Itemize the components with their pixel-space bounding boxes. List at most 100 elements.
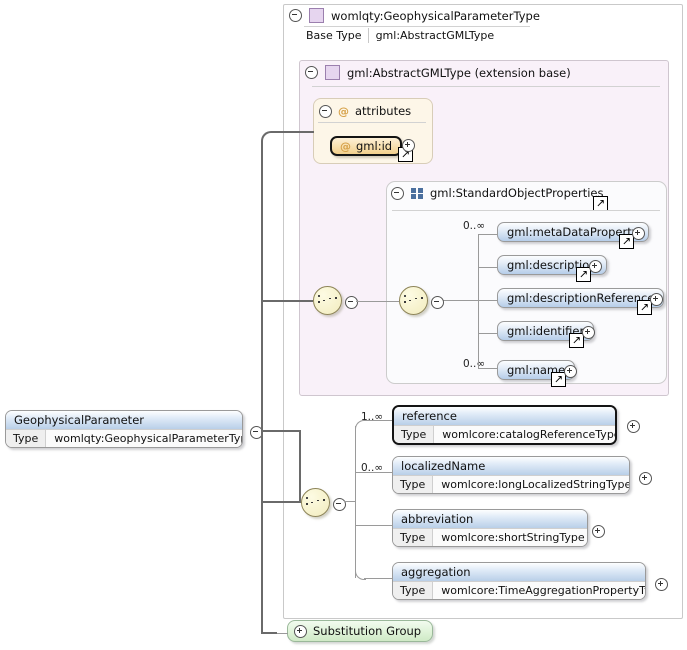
element-aggregation-type-label: Type: [393, 582, 433, 599]
sop-inlet-line: [438, 300, 478, 301]
expand-substitution-group-icon[interactable]: [294, 624, 307, 638]
attributes-group-header: @ attributes: [319, 104, 411, 118]
sequence-compositor-inner[interactable]: [399, 286, 428, 315]
complex-type-icon: [309, 8, 324, 23]
substitution-group-box[interactable]: Substitution Group: [287, 620, 434, 642]
expand-localizedname-icon[interactable]: [639, 472, 652, 485]
expand-gml-id-icon[interactable]: [402, 139, 415, 152]
substitution-group-connector: [276, 633, 288, 634]
element-abbreviation-box[interactable]: abbreviation Type womlcore:shortStringTy…: [392, 509, 588, 547]
sequence-glyph-icon-base: [318, 295, 337, 306]
elements-branch-corner-top: [355, 420, 366, 431]
element-reference-box[interactable]: reference Type womlcore:catalogReference…: [392, 405, 617, 445]
expand-name-icon[interactable]: [564, 365, 577, 378]
sequence-glyph-icon-elements: [306, 497, 325, 508]
collapse-attributes-icon[interactable]: [319, 104, 332, 118]
element-abbreviation-name: abbreviation: [393, 510, 587, 528]
attribute-gml-id[interactable]: @ gml:id: [330, 136, 403, 156]
trunk-to-base-sequence: [261, 300, 313, 302]
collapse-base-sequence-icon[interactable]: [345, 296, 358, 309]
expand-reference-icon[interactable]: [627, 420, 640, 433]
trunk-to-substitution-group: [261, 430, 263, 634]
root-element-type-value: womlqty:GeophysicalParameterType: [45, 430, 242, 447]
trunk-to-lower-sequence: [261, 501, 301, 503]
elements-branch-abbreviation: [355, 525, 392, 526]
type-header-divider: [304, 26, 530, 27]
trunk-substitution-inlet: [261, 632, 277, 634]
sequence-compositor-elements[interactable]: [301, 488, 330, 517]
collapse-extension-base-icon[interactable]: [305, 66, 318, 79]
attribute-glyph-icon: @: [338, 104, 349, 118]
trunk-to-element-sequence: [261, 430, 301, 432]
sop-branch-4: [478, 333, 498, 334]
base-type-label: Base Type: [306, 29, 362, 42]
sop-branch-2: [478, 267, 498, 268]
substitution-group-label: Substitution Group: [313, 624, 422, 638]
type-header: womlqty:GeophysicalParameterType: [289, 8, 540, 23]
trunk-vertical: [261, 141, 263, 432]
attributes-group-label: attributes: [355, 104, 412, 118]
element-reference-type-label: Type: [394, 426, 434, 443]
base-sequence-to-inner-line: [356, 301, 399, 302]
expand-metadataproperty-icon[interactable]: [632, 227, 645, 240]
attribute-gml-id-label: gml:id: [356, 139, 393, 153]
sop-divider: [392, 210, 660, 211]
elements-sequence-inlet: [344, 501, 355, 502]
type-title: womlqty:GeophysicalParameterType: [331, 8, 540, 23]
sequence-glyph-icon: [404, 295, 423, 306]
root-element-type-row: Type womlqty:GeophysicalParameterType: [6, 429, 242, 447]
root-element-name: GeophysicalParameter: [6, 411, 242, 429]
element-aggregation-type-value: womlcore:TimeAggregationPropertyType: [432, 582, 645, 599]
element-abbreviation-type-label: Type: [393, 529, 433, 546]
extension-base-divider: [312, 86, 660, 87]
trunk-corner-top: [261, 131, 275, 145]
elements-branch-localizedname: [355, 472, 392, 473]
elements-branch-spine: [355, 426, 356, 578]
trunk-lower-vertical: [299, 430, 301, 503]
collapse-type-icon[interactable]: [289, 9, 302, 22]
collapse-elements-sequence-icon[interactable]: [333, 498, 346, 511]
extension-base-header: gml:AbstractGMLType (extension base): [305, 65, 571, 80]
expand-aggregation-icon[interactable]: [655, 578, 668, 591]
elements-branch-aggregation: [364, 578, 392, 579]
attribute-at-icon: @: [340, 139, 351, 153]
expand-identifier-icon[interactable]: [582, 326, 595, 339]
element-localizedname-type-row: Type womlcore:longLocalizedStringType: [393, 475, 629, 493]
sop-branch-3: [478, 300, 498, 301]
element-localizedname-type-label: Type: [393, 476, 433, 493]
element-localizedname-type-value: womlcore:longLocalizedStringType: [432, 476, 629, 493]
standard-object-properties-panel: [386, 181, 667, 384]
element-aggregation-box[interactable]: aggregation Type womlcore:TimeAggregatio…: [392, 562, 646, 600]
expand-descriptionreference-icon[interactable]: [650, 293, 663, 306]
sop-branch-spine: [478, 234, 479, 368]
external-ref-sop-icon[interactable]: ↗: [593, 196, 608, 211]
attributes-divider: [318, 122, 426, 123]
elements-branch-reference: [364, 420, 392, 421]
cardinality-metadataproperty: 0..∞: [463, 220, 486, 232]
element-abbreviation-type-value: womlcore:shortStringType: [432, 529, 587, 546]
element-aggregation-type-row: Type womlcore:TimeAggregationPropertyTyp…: [393, 581, 645, 599]
collapse-sop-icon[interactable]: [391, 186, 404, 200]
element-reference-type-row: Type womlcore:catalogReferenceType: [394, 425, 615, 443]
model-group-icon: [411, 187, 423, 199]
element-localizedname-box[interactable]: localizedName Type womlcore:longLocalize…: [392, 456, 630, 494]
element-localizedname-name: localizedName: [393, 457, 629, 475]
sop-branch-1: [478, 234, 498, 235]
trunk-to-attributes: [272, 131, 314, 133]
expand-description-icon[interactable]: [589, 260, 602, 273]
element-reference-name: reference: [394, 407, 615, 425]
element-aggregation-name: aggregation: [393, 563, 645, 581]
base-type-row: Base Type gml:AbstractGMLType: [304, 28, 500, 43]
sequence-compositor-base[interactable]: [313, 286, 342, 315]
sop-title: gml:StandardObjectProperties: [430, 186, 604, 200]
base-type-value: gml:AbstractGMLType: [367, 28, 501, 43]
root-element-box[interactable]: GeophysicalParameter Type womlqty:Geophy…: [5, 410, 243, 448]
collapse-inner-sequence-icon[interactable]: [431, 296, 444, 309]
sop-branch-5: [478, 368, 498, 369]
complex-type-icon-base: [325, 65, 340, 80]
expand-abbreviation-icon[interactable]: [592, 525, 605, 538]
element-abbreviation-type-row: Type womlcore:shortStringType: [393, 528, 587, 546]
standard-object-properties-header: gml:StandardObjectProperties: [391, 186, 603, 200]
extension-base-title: gml:AbstractGMLType (extension base): [347, 65, 571, 80]
root-element-type-label: Type: [6, 430, 46, 447]
